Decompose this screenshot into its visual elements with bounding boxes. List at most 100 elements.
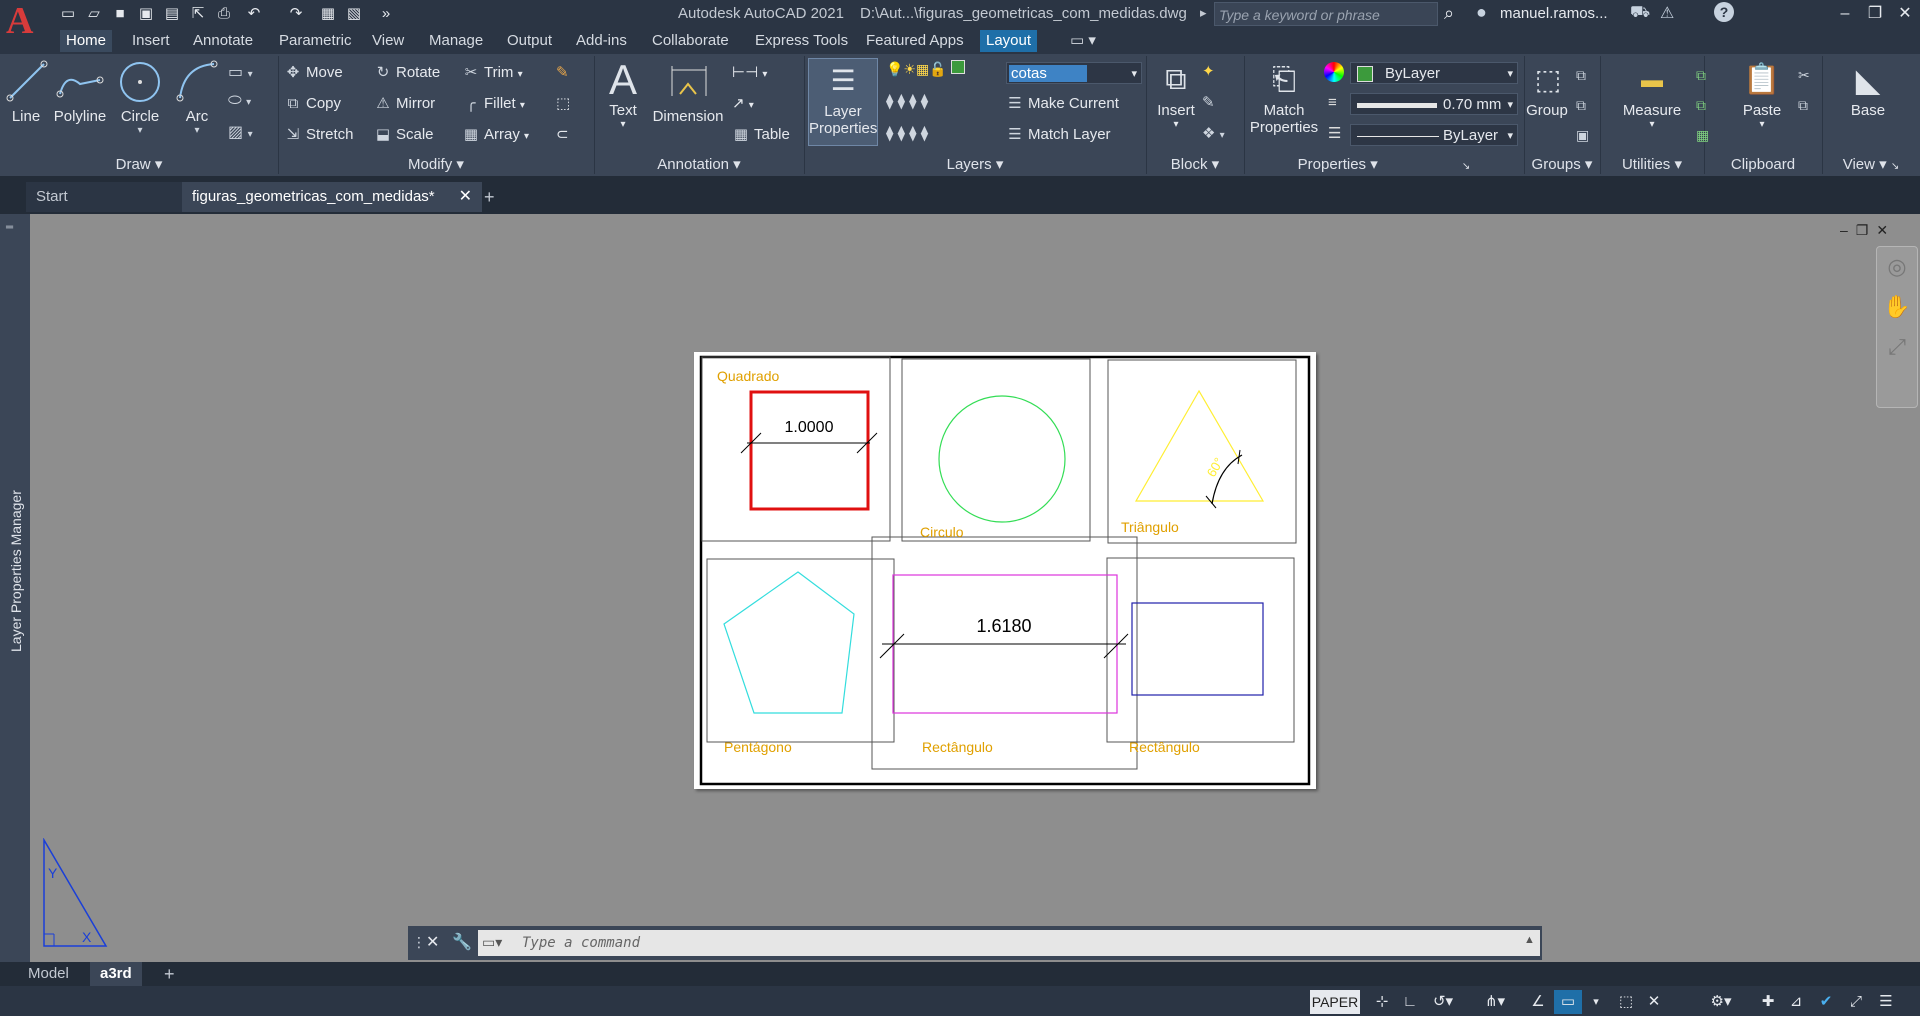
quick-properties-icon[interactable]: ✔ (1812, 990, 1840, 1014)
color-dropdown[interactable]: ByLayer ▾ (1350, 62, 1518, 84)
new-tab-button[interactable]: + (474, 182, 505, 212)
chevron-down-icon[interactable]: ▾ (1614, 119, 1690, 130)
tab-document[interactable]: figuras_geometricas_com_medidas* ✕ (182, 182, 482, 212)
grid-snap-icon[interactable]: ⊹ (1370, 990, 1394, 1014)
layer-dropdown[interactable]: cotas ▾ (1006, 62, 1142, 84)
trim-button[interactable]: ✂ Trim ▾ (462, 62, 523, 84)
search-icon[interactable]: ⌕ (1444, 3, 1454, 24)
explode-icon[interactable]: ⬚ (556, 93, 570, 115)
tab-layout[interactable]: Layout (980, 30, 1038, 52)
chevron-down-icon[interactable]: ▾ (1152, 119, 1200, 130)
fullscreen-icon[interactable]: ⤢ (1844, 990, 1868, 1014)
create-block-icon[interactable]: ✦ (1202, 62, 1215, 80)
fillet-button[interactable]: ╭ Fillet ▾ (462, 93, 524, 115)
draw-panel-title[interactable]: Draw ▾ (0, 155, 278, 175)
tab-collaborate[interactable]: Collaborate (646, 30, 735, 52)
clipboard-tools-icons[interactable]: ✂ ⧉ (1798, 60, 1810, 120)
more-icon[interactable]: » (376, 4, 396, 24)
clipboard-panel-title[interactable]: Clipboard (1704, 155, 1822, 175)
tab-model[interactable]: Model (18, 962, 79, 986)
text-button[interactable]: A Text ▾ (600, 58, 646, 131)
tab-add-ins[interactable]: Add-ins (570, 30, 633, 52)
tab-express-tools[interactable]: Express Tools (749, 30, 854, 52)
block-panel-title[interactable]: Block ▾ (1146, 155, 1244, 175)
measure-button[interactable]: ▬ Measure ▾ (1614, 58, 1690, 130)
layer-properties-button[interactable]: ☰ Layer Properties (808, 58, 878, 146)
erase-icon[interactable]: ✎ (556, 62, 569, 84)
autodesk-app-icon[interactable]: ⚠ (1660, 3, 1674, 23)
match-properties-button[interactable]: ⎗ Match Properties (1248, 58, 1320, 136)
redo-icon[interactable]: ↷ (286, 4, 306, 24)
annotation-scale-icon[interactable]: ✕ (1642, 990, 1666, 1014)
cart-icon[interactable]: ⛟ (1630, 3, 1650, 23)
linetype-icon[interactable]: ☰ (1328, 124, 1341, 142)
modify-panel-title[interactable]: Modify ▾ (278, 155, 594, 175)
layer-tools-icons-row1[interactable]: ⧫ ⧫ ⧫ ⧫ (886, 92, 928, 110)
group-button[interactable]: ⬚ Group (1526, 58, 1568, 119)
utilities-panel-title[interactable]: Utilities ▾ (1600, 155, 1704, 175)
tab-start[interactable]: Start (26, 182, 198, 212)
minimize-icon[interactable]: – (1830, 2, 1860, 26)
user-icon[interactable]: ● (1476, 2, 1487, 23)
palette-grip-icon[interactable]: ═ (6, 222, 13, 233)
help-icon[interactable]: ? (1714, 2, 1734, 22)
lineweight-icon[interactable]: ≡ (1328, 94, 1337, 111)
tab-home[interactable]: Home (60, 30, 113, 52)
tab-insert[interactable]: Insert (126, 30, 176, 52)
chevron-down-icon[interactable]: ▾ (174, 125, 220, 136)
table-button[interactable]: ▦ Table (732, 124, 790, 146)
linear-dim-icon[interactable]: ⊢⊣ ▾ (732, 62, 767, 84)
circle-button[interactable]: Circle ▾ (116, 58, 164, 136)
base-button[interactable]: ◣ Base (1842, 58, 1894, 119)
make-current-button[interactable]: ☰ Make Current (1006, 93, 1119, 115)
array-button[interactable]: ▦ Array ▾ (462, 124, 529, 146)
group-tools-icons[interactable]: ⧉ ⧉ ▣ (1576, 60, 1589, 150)
lineweight-dropdown[interactable]: 0.70 mm ▾ (1350, 93, 1518, 115)
isodraft-icon[interactable]: ⋔▾ (1478, 990, 1512, 1014)
paper-space-button[interactable]: PAPER (1310, 990, 1360, 1014)
paper-sheet[interactable]: 1.0000 Quadrado Circulo 60° Triângulo Pe… (694, 352, 1316, 789)
stretch-button[interactable]: ⇲ Stretch (284, 124, 354, 146)
layers-panel-title[interactable]: Layers ▾ (804, 155, 1146, 175)
chevron-down-icon[interactable]: ▾ (1588, 990, 1604, 1014)
save-web-icon[interactable]: ⇱ (188, 4, 208, 24)
rotate-button[interactable]: ↻ Rotate (374, 62, 441, 84)
view-panel-title[interactable]: View ▾ ↘ (1822, 155, 1920, 175)
user-name[interactable]: manuel.ramos... (1500, 5, 1608, 22)
open-web-icon[interactable]: ▤ (162, 4, 182, 24)
dimension-button[interactable]: Dimension (650, 58, 726, 125)
edit-block-icon[interactable]: ✎ (1202, 93, 1215, 111)
utilities-tools-icons[interactable]: ⧉ ⧉ ▦ (1696, 60, 1709, 150)
annotation-panel-title[interactable]: Annotation ▾ (594, 155, 804, 175)
zoom-extents-icon[interactable]: ⤢ (1877, 327, 1917, 367)
undo-icon[interactable]: ↶ (244, 4, 264, 24)
tab-parametric[interactable]: Parametric (273, 30, 358, 52)
restore-icon[interactable]: ❐ (1860, 2, 1890, 26)
customize-wrench-icon[interactable]: 🔧 (452, 932, 472, 952)
rectangle-icon[interactable]: ▭ ▾ (228, 62, 253, 82)
command-history-icon[interactable]: ▭▾ (482, 934, 502, 951)
chevron-down-icon[interactable]: ▾ (600, 119, 646, 130)
customize-menu-icon[interactable]: ☰ (1872, 990, 1900, 1014)
share-icon[interactable]: ▧ (344, 4, 364, 24)
new-layout-button[interactable]: + (154, 962, 185, 986)
properties-panel-title[interactable]: Properties ▾ ↘ (1244, 155, 1524, 175)
linetype-dropdown[interactable]: ByLayer ▾ (1350, 124, 1518, 146)
chevron-down-icon[interactable]: ▾ (116, 125, 164, 136)
color-wheel-icon[interactable] (1324, 62, 1344, 82)
tab-manage[interactable]: Manage (423, 30, 489, 52)
settings-gear-icon[interactable]: ⚙▾ (1704, 990, 1738, 1014)
ellipse-icon[interactable]: ⬭ ▾ (228, 92, 251, 110)
expand-arrow-icon[interactable]: ▸ (1200, 5, 1207, 21)
selection-cycling-icon[interactable]: ▭ (1554, 990, 1582, 1014)
line-button[interactable]: Line (4, 58, 48, 125)
block-attributes-icon[interactable]: ❖ ▾ (1202, 124, 1225, 142)
save-icon[interactable]: ■ (110, 4, 130, 24)
hatch-icon[interactable]: ▨ ▾ (228, 122, 253, 142)
paste-button[interactable]: 📋 Paste ▾ (1740, 58, 1784, 130)
arc-button[interactable]: Arc ▾ (174, 58, 220, 136)
tab-output[interactable]: Output (501, 30, 558, 52)
polyline-button[interactable]: Polyline (52, 58, 108, 125)
command-grip-icon[interactable]: ⋮ (412, 934, 426, 951)
ortho-icon[interactable]: ∟ (1398, 990, 1422, 1014)
